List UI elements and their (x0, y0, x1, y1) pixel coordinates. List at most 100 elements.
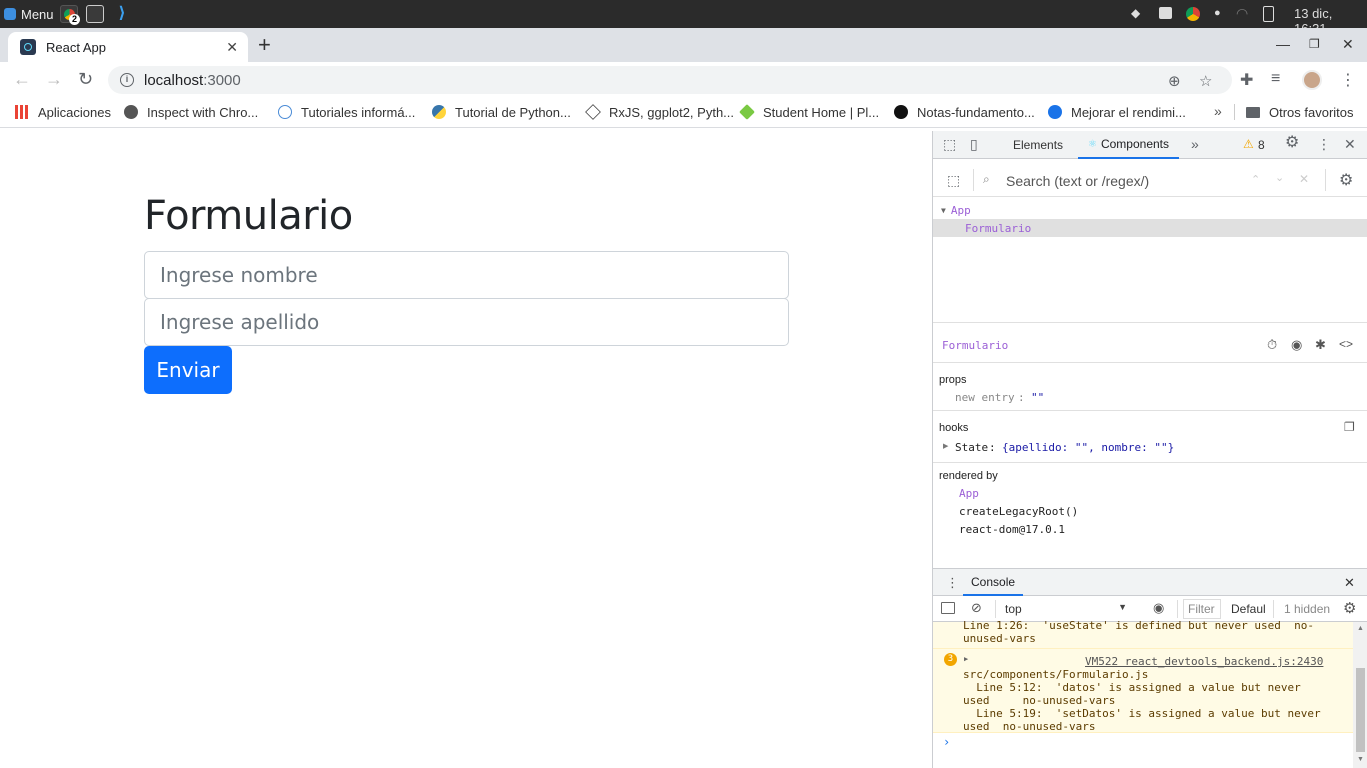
bookmark-aplicaciones[interactable]: Aplicaciones (15, 98, 111, 126)
tab-elements[interactable]: Elements (1013, 131, 1063, 159)
chrome-tray-icon[interactable] (1186, 7, 1200, 21)
window-close-icon[interactable]: ✕ (1342, 36, 1354, 53)
drawer-menu-icon[interactable]: ⋮ (946, 575, 959, 591)
settings-gear-icon[interactable]: ⚙ (1285, 135, 1299, 151)
context-select[interactable]: top ▼ (999, 599, 1133, 619)
bookmark-label: Student Home | Pl... (763, 104, 880, 120)
bookmark-notas[interactable]: Notas-fundamento... (894, 98, 1035, 126)
submit-button[interactable]: Enviar (144, 346, 232, 394)
rendered-by-root: createLegacyRoot() (959, 505, 1079, 518)
select-element-icon[interactable]: ⬚ (947, 172, 960, 189)
forward-icon[interactable]: → (45, 70, 63, 88)
bookmark-star-icon[interactable]: ☆ (1199, 72, 1212, 90)
chrome-taskbar-icon[interactable]: 2 (60, 5, 80, 25)
reload-icon[interactable]: ↻ (78, 70, 93, 88)
warning-count-badge: 3 (944, 653, 957, 666)
bookmark-label: Otros favoritos (1269, 104, 1354, 120)
tree-node-app[interactable]: ▼ App (933, 201, 1367, 219)
tab-console[interactable]: Console (963, 569, 1024, 596)
hook-value[interactable]: {apellido: "", nombre: ""} (1002, 441, 1174, 454)
live-expression-eye-icon[interactable]: ◉ (1153, 600, 1164, 616)
bookmark-tutoriales[interactable]: Tutoriales informá... (278, 98, 415, 126)
console-filter-input[interactable]: Filter (1183, 599, 1221, 619)
scroll-down-icon[interactable]: ▼ (1357, 756, 1364, 763)
back-icon[interactable]: ← (13, 70, 31, 88)
clear-console-icon[interactable]: ⊘ (971, 600, 982, 616)
tab-react-app[interactable]: React App ✕ (8, 32, 248, 62)
address-bar[interactable]: i localhost:3000 ⊕ ☆ (108, 66, 1232, 94)
source-link[interactable]: VM522 react_devtools_backend.js:2430 (1085, 655, 1323, 668)
bookmark-student-home[interactable]: Student Home | Pl... (739, 98, 880, 126)
bookmark-rxjs[interactable]: RxJS, ggplot2, Pyth... (585, 98, 735, 126)
python-icon (432, 105, 446, 119)
profile-avatar[interactable] (1302, 70, 1322, 90)
wifi-tray-icon[interactable]: ◠ (1236, 5, 1248, 22)
component-search-input[interactable]: Search (text or /regex/) (1006, 173, 1149, 189)
bookmark-other-favorites[interactable]: Otros favoritos (1246, 98, 1354, 126)
nombre-input[interactable]: Ingrese nombre (144, 251, 789, 299)
bookmark-mejorar[interactable]: Mejorar el rendimi... (1048, 98, 1186, 126)
zoom-icon[interactable]: ⊕ (1168, 72, 1181, 90)
start-menu-button[interactable]: Menu (4, 0, 54, 28)
chrome-menu-icon[interactable]: ⋮ (1340, 70, 1356, 90)
device-toolbar-icon[interactable]: ▯ (970, 137, 978, 151)
devtools-close-icon[interactable]: ✕ (1344, 137, 1356, 151)
warning-icon[interactable]: ⚠ (1243, 137, 1254, 151)
divider (1177, 600, 1178, 618)
dropbox-tray-icon[interactable]: ◆ (1131, 6, 1140, 20)
apellido-input[interactable]: Ingrese apellido (144, 298, 789, 346)
expand-hook-caret-icon[interactable]: ▶ (943, 442, 948, 450)
suspend-timer-icon[interactable]: ⏱ (1267, 337, 1277, 353)
component-settings-icon[interactable]: ⚙ (1339, 170, 1353, 190)
inspect-element-icon[interactable]: ⬚ (943, 137, 956, 151)
console-prompt-chevron-icon[interactable]: › (943, 735, 950, 749)
log-levels-dropdown[interactable]: Defaul (1231, 602, 1266, 616)
tab-label: Elements (1013, 138, 1064, 152)
extensions-icon[interactable]: ✚ (1240, 70, 1253, 90)
console-scrollbar[interactable]: ▲ ▼ (1353, 622, 1367, 768)
sidebar-toggle-icon[interactable] (941, 602, 955, 614)
rendered-by-section: rendered by App createLegacyRoot() react… (933, 467, 1367, 547)
tab-components[interactable]: ⚛ Components (1078, 131, 1180, 159)
prop-value[interactable]: "" (1031, 391, 1044, 404)
bookmark-inspect[interactable]: Inspect with Chro... (124, 98, 258, 126)
minimize-icon[interactable]: — (1276, 36, 1290, 52)
drive-tray-icon[interactable] (1159, 7, 1172, 19)
tab-close-icon[interactable]: ✕ (226, 39, 238, 56)
inspect-eye-icon[interactable]: ◉ (1291, 337, 1302, 353)
search-clear-icon[interactable]: ✕ (1299, 172, 1309, 186)
devtools-menu-icon[interactable]: ⋮ (1317, 137, 1331, 151)
scroll-up-icon[interactable]: ▲ (1357, 625, 1364, 632)
debug-bug-icon[interactable]: ✱ (1315, 337, 1326, 353)
battery-tray-icon[interactable] (1263, 6, 1274, 22)
media-controls-icon[interactable]: ≡ (1271, 70, 1280, 88)
browser-tab-strip: React App ✕ + — ❐ ✕ (0, 28, 1367, 62)
rendered-by-app[interactable]: App (959, 487, 979, 500)
site-info-icon[interactable]: i (120, 73, 134, 87)
vscode-taskbar-icon[interactable]: ⟩ (113, 5, 131, 23)
view-source-icon[interactable]: <> (1339, 337, 1353, 351)
restore-icon[interactable]: ❐ (1309, 37, 1320, 51)
search-prev-icon[interactable]: ⌃ (1251, 173, 1260, 186)
new-tab-button[interactable]: + (258, 34, 271, 56)
menu-logo-icon (4, 8, 16, 20)
expand-message-caret-icon[interactable]: ▶ (964, 655, 968, 663)
file-manager-taskbar-icon[interactable] (86, 5, 104, 23)
tree-node-formulario[interactable]: Formulario (933, 219, 1367, 237)
scroll-thumb[interactable] (1356, 668, 1365, 752)
rendered-by-react-dom: react-dom@17.0.1 (959, 523, 1065, 536)
console-settings-icon[interactable]: ⚙ (1343, 599, 1356, 617)
bookmark-label: Inspect with Chro... (147, 104, 259, 120)
search-next-icon[interactable]: ⌄ (1275, 171, 1284, 184)
copy-hooks-icon[interactable]: ❐ (1344, 420, 1355, 434)
drawer-close-icon[interactable]: ✕ (1344, 575, 1355, 591)
bookmark-label: Tutoriales informá... (301, 104, 416, 120)
more-bookmarks-icon[interactable]: » (1214, 103, 1222, 119)
tree-node-label: Formulario (965, 221, 1032, 235)
more-tabs-icon[interactable]: » (1191, 137, 1199, 151)
bookmark-python[interactable]: Tutorial de Python... (432, 98, 571, 126)
bookmark-label: RxJS, ggplot2, Pyth... (609, 104, 735, 120)
url-host: localhost (144, 71, 204, 89)
notification-tray-icon[interactable]: ● (1214, 7, 1221, 19)
expand-caret-icon[interactable]: ▼ (941, 206, 946, 215)
